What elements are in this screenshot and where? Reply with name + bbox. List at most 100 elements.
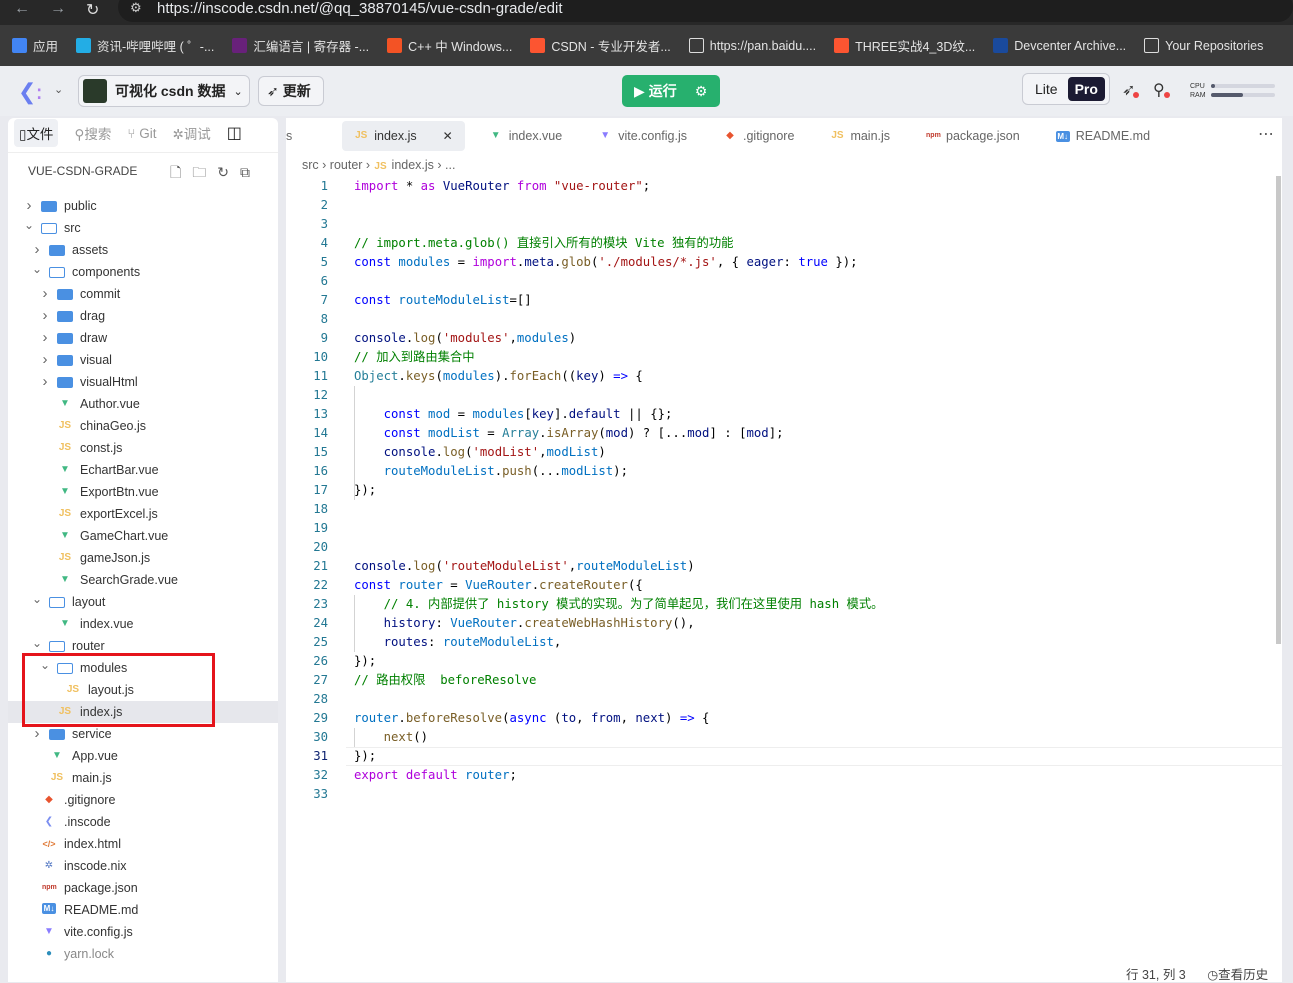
tree-item[interactable]: JS chinaGeo.js bbox=[8, 415, 278, 437]
tree-item[interactable]: JS exportExcel.js bbox=[8, 503, 278, 525]
tree-item[interactable]: ▼ GameChart.vue bbox=[8, 525, 278, 547]
chevron-right-icon[interactable]: › bbox=[40, 329, 50, 346]
line-number: 10 bbox=[313, 350, 328, 364]
chevron-right-icon[interactable]: › bbox=[40, 307, 50, 324]
breadcrumb-item[interactable]: src bbox=[302, 158, 319, 172]
run-button[interactable]: ▶ 运行 ⚙ bbox=[622, 75, 720, 107]
bookmark[interactable]: 汇编语言 | 寄存器 -... bbox=[232, 36, 369, 55]
database-icon[interactable]: ⚲ bbox=[1153, 80, 1170, 100]
tree-item[interactable]: › draw bbox=[8, 327, 278, 349]
code-token: (( bbox=[561, 369, 577, 383]
chevron-down-icon[interactable]: ⌄ bbox=[32, 592, 42, 606]
deploy-icon[interactable]: ➶ bbox=[1122, 80, 1139, 100]
tab-vite-config-js[interactable]: ▼ vite.config.js bbox=[586, 121, 699, 151]
js-file-icon: JS bbox=[58, 508, 72, 519]
tree-item[interactable]: ⌄ layout bbox=[8, 591, 278, 613]
bookmark[interactable]: CSDN - 专业开发者... bbox=[530, 36, 671, 55]
forward-icon[interactable]: → bbox=[50, 0, 66, 18]
tree-item[interactable]: › visualHtml bbox=[8, 371, 278, 393]
tree-item[interactable]: › public bbox=[8, 195, 278, 217]
tab-index-js[interactable]: JS index.js ✕ bbox=[342, 121, 465, 151]
editor-scrollbar[interactable] bbox=[1276, 176, 1281, 644]
tab-package-json[interactable]: npm package.json bbox=[914, 121, 1032, 151]
lite-pro-toggle[interactable]: Lite Pro bbox=[1022, 73, 1110, 105]
reload-icon[interactable]: ↻ bbox=[86, 0, 99, 20]
new-file-icon[interactable]: 🗋 bbox=[170, 164, 192, 180]
tab-main-js[interactable]: JS main.js bbox=[818, 121, 902, 151]
lite-option[interactable]: Lite bbox=[1035, 81, 1058, 97]
chevron-down-icon[interactable]: ⌄ bbox=[32, 636, 42, 650]
chevron-down-icon[interactable]: ⌄ bbox=[32, 262, 42, 276]
breadcrumb-item[interactable]: router bbox=[330, 158, 363, 172]
tree-item[interactable]: ⌄ src bbox=[8, 217, 278, 239]
chevron-right-icon[interactable]: › bbox=[40, 373, 50, 390]
bookmark[interactable]: 资讯-哔哩哔哩 ( ゜-... bbox=[76, 36, 214, 55]
tree-item[interactable]: › drag bbox=[8, 305, 278, 327]
tab--gitignore[interactable]: ◆ .gitignore bbox=[711, 121, 806, 151]
tree-item[interactable]: ▼ vite.config.js bbox=[8, 921, 278, 943]
settings-icon[interactable]: ⚙ bbox=[695, 83, 708, 100]
tree-item[interactable]: ⌄ components bbox=[8, 261, 278, 283]
tree-item[interactable]: ▼ Author.vue bbox=[8, 393, 278, 415]
tab-s[interactable]: s bbox=[286, 121, 342, 151]
close-icon[interactable]: ✕ bbox=[443, 129, 453, 143]
bookmark[interactable]: C++ 中 Windows... bbox=[387, 36, 512, 55]
tree-item[interactable]: ❮ .inscode bbox=[8, 811, 278, 833]
bookmark[interactable]: Your Repositories bbox=[1144, 38, 1263, 53]
code-token: VueRouter bbox=[465, 578, 532, 592]
more-tabs-icon[interactable]: ⋯ bbox=[1258, 124, 1274, 144]
tree-item[interactable]: JS gameJson.js bbox=[8, 547, 278, 569]
code-token: 'routeModuleList' bbox=[442, 559, 569, 573]
bookmark[interactable]: 应用 bbox=[12, 36, 58, 55]
tree-item[interactable]: ▼ SearchGrade.vue bbox=[8, 569, 278, 591]
chevron-right-icon[interactable]: › bbox=[40, 285, 50, 302]
tab-git[interactable]: ⑂ Git bbox=[127, 126, 156, 141]
collapse-all-icon[interactable]: ⧉ bbox=[240, 164, 261, 180]
tab-README-md[interactable]: M↓ README.md bbox=[1044, 121, 1162, 151]
breadcrumb-item[interactable]: index.js bbox=[392, 158, 434, 172]
bookmark[interactable]: Devcenter Archive... bbox=[993, 38, 1126, 53]
tree-item[interactable]: M↓ README.md bbox=[8, 899, 278, 921]
chevron-down-icon[interactable]: ⌄ bbox=[54, 83, 63, 96]
tree-item[interactable]: ◆ .gitignore bbox=[8, 789, 278, 811]
tree-item[interactable]: › assets bbox=[8, 239, 278, 261]
update-button[interactable]: ➶ 更新 bbox=[258, 76, 324, 106]
new-folder-icon[interactable]: 🗀 bbox=[192, 164, 217, 180]
site-settings-icon[interactable]: ⚙ bbox=[130, 0, 142, 16]
project-selector[interactable]: 可视化 csdn 数据 ⌄ bbox=[78, 75, 250, 107]
chevron-right-icon[interactable]: › bbox=[32, 725, 42, 742]
url-text[interactable]: https://inscode.csdn.net/@qq_38870145/vu… bbox=[157, 0, 563, 17]
code-token: mod bbox=[687, 426, 710, 440]
tree-item[interactable]: JS main.js bbox=[8, 767, 278, 789]
tree-item[interactable]: ▼ EchartBar.vue bbox=[8, 459, 278, 481]
toggle-panel-icon[interactable]: ◫ bbox=[227, 123, 242, 143]
inscode-logo[interactable]: ❮⁚ bbox=[18, 79, 42, 105]
tree-item[interactable]: </> index.html bbox=[8, 833, 278, 855]
tab-debug[interactable]: ✲调试 bbox=[172, 123, 210, 143]
back-icon[interactable]: ← bbox=[14, 0, 30, 18]
tab-search[interactable]: ⚲搜索 bbox=[74, 123, 111, 143]
tree-item[interactable]: ● yarn.lock bbox=[8, 943, 278, 965]
tree-item[interactable]: ✲ inscode.nix bbox=[8, 855, 278, 877]
chevron-right-icon[interactable]: › bbox=[32, 241, 42, 258]
history-button[interactable]: ◷查看历史 bbox=[1207, 968, 1268, 982]
bookmark[interactable]: https://pan.baidu.... bbox=[688, 38, 816, 53]
tab-files[interactable]: ▯文件 bbox=[14, 119, 59, 147]
tree-item[interactable]: npm package.json bbox=[8, 877, 278, 899]
tab-index-vue[interactable]: ▼ index.vue bbox=[477, 121, 575, 151]
tree-item[interactable]: › visual bbox=[8, 349, 278, 371]
chevron-right-icon[interactable]: › bbox=[40, 351, 50, 368]
tree-item[interactable]: JS const.js bbox=[8, 437, 278, 459]
chevron-right-icon: › bbox=[433, 158, 446, 172]
chevron-down-icon[interactable]: ⌄ bbox=[24, 218, 34, 232]
tree-item[interactable]: ▼ ExportBtn.vue bbox=[8, 481, 278, 503]
pro-option[interactable]: Pro bbox=[1067, 77, 1105, 101]
bookmark[interactable]: THREE实战4_3D纹... bbox=[834, 36, 975, 55]
tree-item[interactable]: › commit bbox=[8, 283, 278, 305]
tree-item[interactable]: ▼ index.vue bbox=[8, 613, 278, 635]
refresh-icon[interactable]: ↻ bbox=[217, 164, 240, 180]
tree-item[interactable]: ▼ App.vue bbox=[8, 745, 278, 767]
breadcrumb-item[interactable]: ... bbox=[445, 158, 455, 172]
chevron-right-icon[interactable]: › bbox=[24, 197, 34, 214]
indent-guide bbox=[354, 595, 355, 652]
